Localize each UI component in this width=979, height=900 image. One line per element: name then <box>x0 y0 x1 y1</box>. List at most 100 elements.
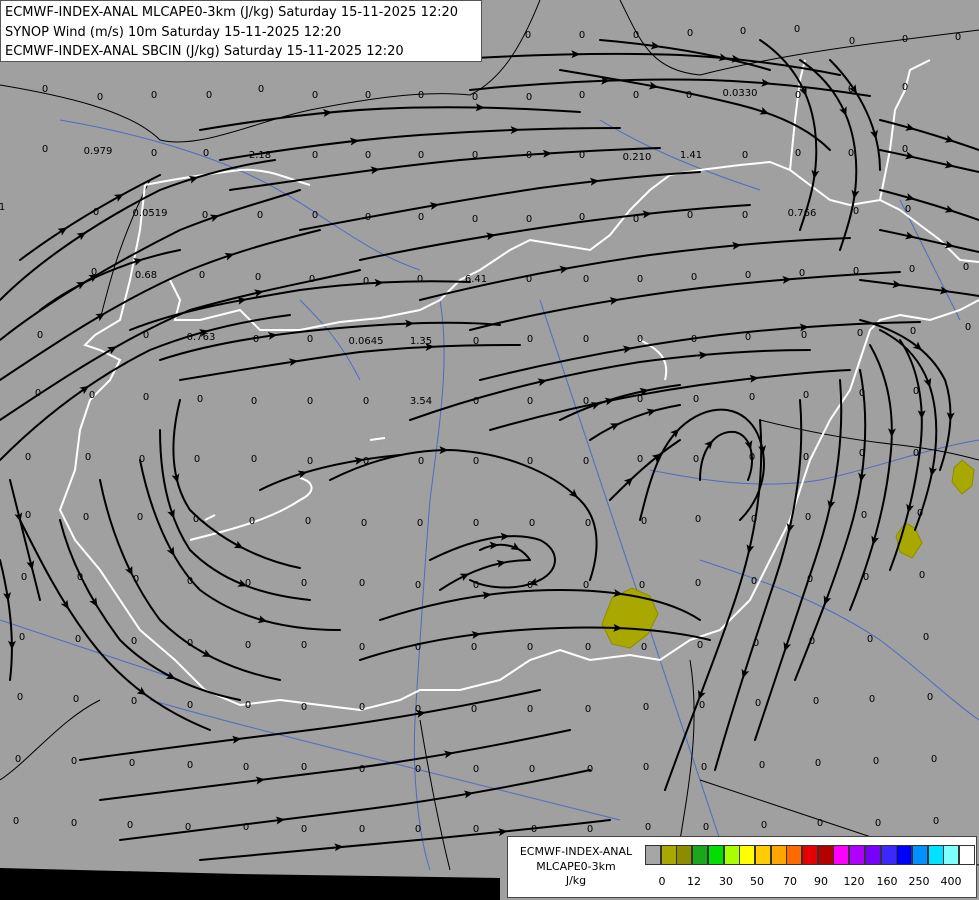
legend-swatch <box>723 845 740 865</box>
sbcin-value-label: 0 <box>309 274 315 285</box>
legend-swatch <box>676 845 693 865</box>
sbcin-value-label: 0 <box>759 760 765 771</box>
sbcin-value-label: 0 <box>923 632 929 643</box>
sbcin-value-label: 0.0645 <box>349 336 384 347</box>
sbcin-value-label: 0 <box>913 448 919 459</box>
sbcin-value-label: 0 <box>643 762 649 773</box>
sbcin-value-label: 0 <box>301 640 307 651</box>
sbcin-value-label: 0 <box>42 144 48 155</box>
sbcin-value-label: 0 <box>579 150 585 161</box>
legend-swatch <box>786 845 803 865</box>
sbcin-value-label: 0 <box>472 92 478 103</box>
sbcin-value-label: 0 <box>363 456 369 467</box>
legend-tick-label: 30 <box>719 875 733 888</box>
sbcin-value-label: 0 <box>206 90 212 101</box>
sbcin-value-label: 0 <box>587 824 593 835</box>
sbcin-value-label: 0 <box>473 764 479 775</box>
sbcin-value-label: 0 <box>187 638 193 649</box>
sbcin-value-label: 0 <box>585 704 591 715</box>
sbcin-value-label: 0 <box>193 514 199 525</box>
sbcin-value-label: 0 <box>301 702 307 713</box>
sbcin-value-label: 0 <box>745 332 751 343</box>
sbcin-value-label: 0 <box>637 394 643 405</box>
sbcin-value-label: 0 <box>749 452 755 463</box>
sbcin-value-label: 0 <box>471 642 477 653</box>
sbcin-value-label: 0 <box>531 824 537 835</box>
sbcin-value-label: 0 <box>751 514 757 525</box>
sbcin-value-label: 0 <box>13 816 19 827</box>
legend-swatch <box>645 845 661 865</box>
sbcin-value-label: 0 <box>740 26 746 37</box>
sbcin-value-label: 0 <box>873 756 879 767</box>
sbcin-value-label: 0 <box>809 636 815 647</box>
legend-tick-label: 160 <box>876 875 898 888</box>
sbcin-value-label: 0 <box>529 764 535 775</box>
title-line-cin: ECMWF-INDEX-ANAL SBCIN (J/kg) Saturday 1… <box>5 44 404 59</box>
sbcin-value-label: 0 <box>637 454 643 465</box>
sbcin-value-label: 0 <box>803 452 809 463</box>
sbcin-value-label: 0 <box>415 824 421 835</box>
weather-map: 0 0 0 0 0 0 0 0 0 0 0 0 0 0.0330 0 0 0 0 0 0 0 0 0 0 0 0 0 0.979 0 0 2… <box>0 0 979 900</box>
sbcin-value-label: 0 <box>359 642 365 653</box>
sbcin-value-label: 0 <box>526 214 532 225</box>
sbcin-value-label: 0 <box>305 516 311 527</box>
sbcin-value-label: 0 <box>253 334 259 345</box>
legend-tick-label: 250 <box>908 875 930 888</box>
sbcin-value-label: 0 <box>85 452 91 463</box>
sbcin-value-label: 0 <box>583 456 589 467</box>
legend-swatch <box>864 845 881 865</box>
legend-swatch <box>896 845 913 865</box>
sbcin-value-label: 0 <box>875 818 881 829</box>
sbcin-value-label: 0 <box>761 820 767 831</box>
sbcin-value-label: 0.0330 <box>723 88 758 99</box>
legend-tick-label: 120 <box>843 875 865 888</box>
sbcin-value-label: 0 <box>848 84 854 95</box>
sbcin-value-label: 0 <box>807 574 813 585</box>
sbcin-value-label: 0 <box>527 704 533 715</box>
sbcin-value-label: 0 <box>415 580 421 591</box>
sbcin-value-label: 0 <box>415 764 421 775</box>
legend-tick-label: 50 <box>750 875 764 888</box>
sbcin-value-label: 0.763 <box>187 332 216 343</box>
sbcin-value-label: 1.35 <box>410 336 432 347</box>
sbcin-value-label: 0 <box>749 392 755 403</box>
sbcin-value-label: 0 <box>527 456 533 467</box>
sbcin-value-label: 0 <box>251 396 257 407</box>
sbcin-value-label: 0 <box>418 456 424 467</box>
sbcin-value-label: 0 <box>695 514 701 525</box>
sbcin-value-label: 0 <box>849 36 855 47</box>
sbcin-value-label: 0 <box>863 572 869 583</box>
sbcin-value-label: 0 <box>471 704 477 715</box>
sbcin-value-label: 0 <box>637 274 643 285</box>
sbcin-value-label: 0.979 <box>84 146 113 157</box>
sbcin-value-label: 0 <box>869 694 875 705</box>
sbcin-value-label: 0 <box>527 580 533 591</box>
sbcin-value-label: 0 <box>527 642 533 653</box>
sbcin-value-label: 0 <box>17 692 23 703</box>
sbcin-value-label: 0 <box>251 454 257 465</box>
sbcin-value-label: 0 <box>19 632 25 643</box>
sbcin-value-label: 3.54 <box>410 396 432 407</box>
legend-swatch <box>739 845 756 865</box>
sbcin-value-label: 1 <box>0 202 5 213</box>
sbcin-value-label: 0 <box>525 30 531 41</box>
sbcin-value-label: 0 <box>93 207 99 218</box>
sbcin-value-label: 0 <box>127 820 133 831</box>
sbcin-value-label: 0 <box>902 144 908 155</box>
sbcin-value-label: 0 <box>473 580 479 591</box>
sbcin-value-label: 0 <box>687 210 693 221</box>
legend-label-field: MLCAPE0-3km <box>536 859 616 873</box>
sbcin-value-label: 0 <box>910 326 916 337</box>
sbcin-value-label: 0 <box>527 334 533 345</box>
sbcin-value-label: 0 <box>526 92 532 103</box>
sbcin-value-label: 0 <box>637 334 643 345</box>
sbcin-value-label: 0 <box>418 150 424 161</box>
sbcin-value-label: 0 <box>75 634 81 645</box>
sbcin-value-label: 0 <box>187 576 193 587</box>
title-line-wind: SYNOP Wind (m/s) 10m Saturday 15-11-2025… <box>5 24 342 40</box>
sbcin-value-label: 0 <box>686 90 692 101</box>
sbcin-value-label: 0 <box>919 570 925 581</box>
legend-swatch <box>927 845 944 865</box>
sbcin-value-label: 0 <box>817 818 823 829</box>
sbcin-value-label: 0 <box>25 510 31 521</box>
